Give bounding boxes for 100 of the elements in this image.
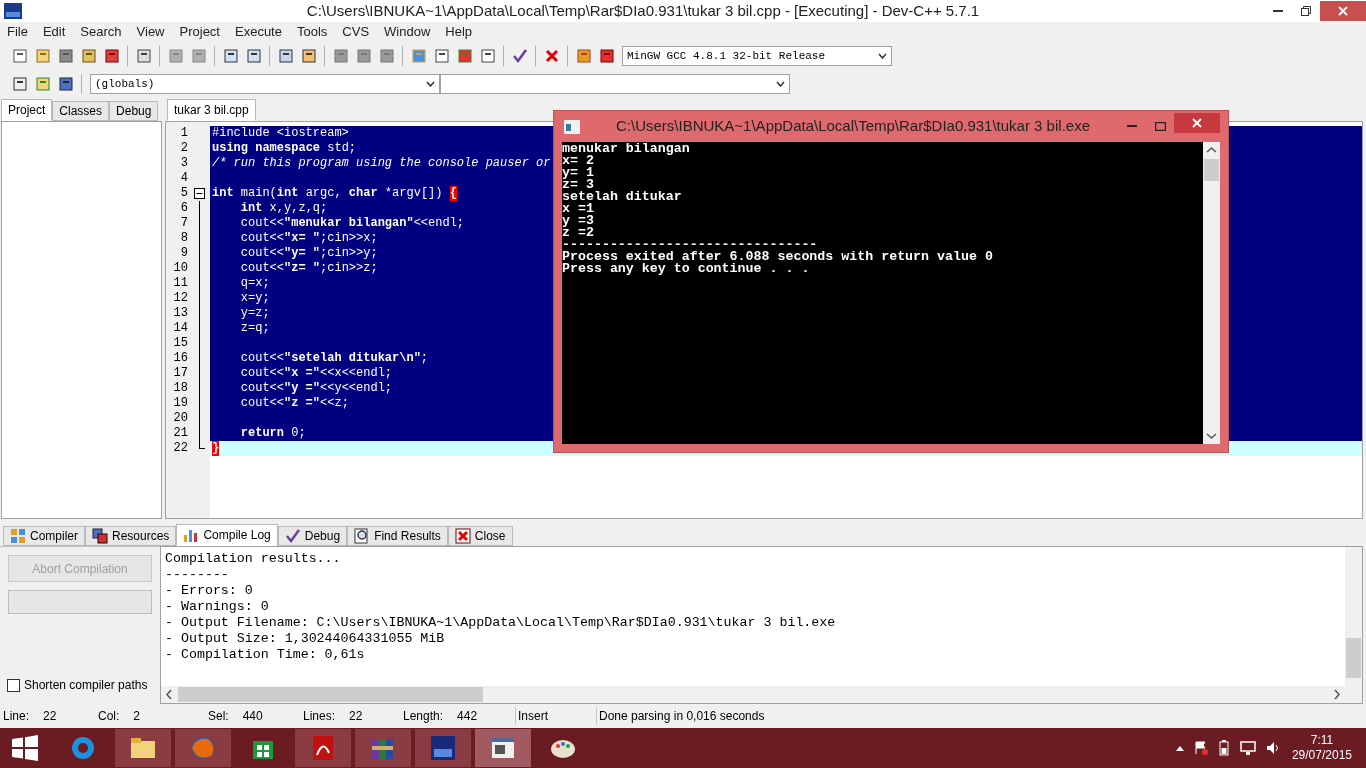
- vertical-scrollbar[interactable]: [1345, 547, 1362, 686]
- status-value: 2: [133, 708, 141, 725]
- code-text: cout<<"menukar bilangan"<<endl;: [239, 216, 465, 231]
- status-label: Length:: [403, 708, 444, 725]
- windows-logo-icon: [12, 735, 38, 761]
- line-number: 17: [172, 366, 188, 381]
- menu-item[interactable]: View: [136, 22, 165, 42]
- menu-item[interactable]: File: [7, 22, 28, 42]
- code-text: cout<<"y ="<<y<<endl;: [239, 381, 393, 396]
- tab[interactable]: Debug: [277, 526, 348, 546]
- console-line: --------------------------------: [562, 239, 818, 251]
- console-line: z =2: [562, 227, 595, 239]
- code-text: cout<<"y= ";cin>>y;: [239, 246, 378, 261]
- flag-icon[interactable]: [1193, 741, 1208, 755]
- window-title: C:\Users\IBNUKA~1\AppData\Local\Temp\Rar$DIa0.931\tukar 3 bil.cpp - [Executing] - Dev-C++ 5.7.1: [305, 0, 981, 21]
- line-number: 14: [172, 321, 188, 336]
- menu-item[interactable]: CVS: [342, 22, 370, 42]
- taskbar-button[interactable]: [115, 729, 171, 767]
- taskbar-button[interactable]: [475, 729, 531, 767]
- menu-item[interactable]: Window: [384, 22, 431, 42]
- menu-item[interactable]: Project: [179, 22, 220, 42]
- log-line: - Output Filename: C:\Users\IBNUKA~1\AppData\Local\Temp\Rar$DIa0.931\tukar 3 bil.exe: [165, 615, 837, 631]
- scope-select[interactable]: (globals): [90, 74, 440, 94]
- console-line: y =3: [562, 215, 595, 227]
- menu-item[interactable]: Help: [445, 22, 473, 42]
- console-scrollbar[interactable]: [1203, 142, 1220, 444]
- line-number: 6: [179, 201, 188, 216]
- tab[interactable]: Compile Log: [176, 524, 278, 546]
- console-line: x= 2: [562, 155, 595, 167]
- code-text: q=x;: [239, 276, 270, 291]
- console-line: y= 1: [562, 167, 595, 179]
- layers-icon: [92, 528, 108, 544]
- checkmark-icon: [511, 48, 528, 64]
- console-title: C:\Users\IBNUKA~1\AppData\Local\Temp\Rar$DIa0.931\tukar 3 bil.exe: [616, 116, 1090, 137]
- scroll-thumb[interactable]: [1346, 638, 1361, 678]
- line-number: 5: [179, 186, 188, 201]
- line-number: 15: [172, 336, 188, 351]
- clock-time[interactable]: 7:11: [1310, 733, 1334, 748]
- status-value: 22: [43, 708, 57, 725]
- clock-date[interactable]: 29/07/2015: [1291, 748, 1352, 763]
- compiler-select[interactable]: MinGW GCC 4.8.1 32-bit Release: [622, 46, 892, 66]
- horizontal-scrollbar[interactable]: [161, 686, 1362, 703]
- tab[interactable]: Compiler: [3, 526, 85, 546]
- close-icon: [454, 528, 471, 544]
- log-line: - Output Size: 1,30244064331055 MiB: [165, 631, 446, 647]
- fold-minus-icon[interactable]: [193, 188, 205, 199]
- close-icon: [1192, 117, 1202, 128]
- maximize-icon: [1154, 122, 1166, 131]
- line-number: 2: [179, 141, 188, 156]
- console-line: Process exited after 6.088 seconds with return value 0: [562, 251, 994, 263]
- status-value: 22: [349, 708, 363, 725]
- code-text: cout<<"z= ";cin>>z;: [239, 261, 378, 276]
- code-text: return 0;: [239, 426, 306, 441]
- tab[interactable]: Find Results: [347, 526, 448, 546]
- line-number: 21: [172, 426, 188, 441]
- app-icon: [4, 3, 22, 19]
- line-number: 19: [172, 396, 188, 411]
- menu-item[interactable]: Search: [80, 22, 122, 42]
- menu-item[interactable]: Tools: [296, 22, 328, 42]
- code-text: x=y;: [239, 291, 270, 306]
- restore-icon: [1301, 6, 1311, 16]
- tab[interactable]: Debug: [109, 101, 159, 121]
- menu-item[interactable]: Edit: [42, 22, 66, 42]
- line-number: 3: [179, 156, 188, 171]
- tab[interactable]: Resources: [85, 526, 177, 546]
- menu-item[interactable]: Execute: [235, 22, 282, 42]
- network-icon[interactable]: [1239, 741, 1256, 755]
- console-line: menukar bilangan: [562, 143, 691, 155]
- battery-icon[interactable]: [1217, 740, 1230, 756]
- status-value: 442: [457, 708, 478, 725]
- minimize-icon: [1273, 9, 1283, 13]
- close-button[interactable]: [1174, 112, 1220, 133]
- log-line: - Warnings: 0: [165, 599, 270, 615]
- tab[interactable]: Project: [1, 99, 53, 121]
- code-text: cout<<"z ="<<z;: [239, 396, 349, 411]
- line-number: 20: [172, 411, 188, 426]
- members-select[interactable]: [440, 74, 790, 94]
- line-number: 7: [179, 216, 188, 231]
- matched-brace: }: [212, 441, 220, 456]
- log-line: --------: [165, 567, 230, 583]
- console-line: Press any key to continue . . .: [562, 263, 811, 275]
- tab[interactable]: Close: [447, 526, 513, 546]
- tab[interactable]: tukar 3 bil.cpp: [167, 99, 256, 121]
- code-text: cout<<"x ="<<x<<endl;: [239, 366, 393, 381]
- checkbox[interactable]: [7, 678, 20, 692]
- scroll-thumb[interactable]: [1204, 159, 1219, 181]
- tab[interactable]: Classes: [52, 101, 110, 121]
- line-number: 13: [172, 306, 188, 321]
- show-hidden-icons-arrow-icon[interactable]: [1175, 745, 1184, 751]
- line-number: 11: [172, 276, 188, 291]
- line-number: 4: [179, 171, 188, 186]
- line-number: 16: [172, 351, 188, 366]
- close-icon: [1338, 6, 1348, 16]
- log-line: - Errors: 0: [165, 583, 254, 599]
- status-label: Col:: [98, 708, 120, 725]
- line-number: 18: [172, 381, 188, 396]
- minimize-icon: [1127, 125, 1137, 128]
- scroll-thumb[interactable]: [178, 687, 483, 702]
- close-button[interactable]: [1320, 1, 1366, 21]
- code-text: using namespace std;: [212, 141, 357, 156]
